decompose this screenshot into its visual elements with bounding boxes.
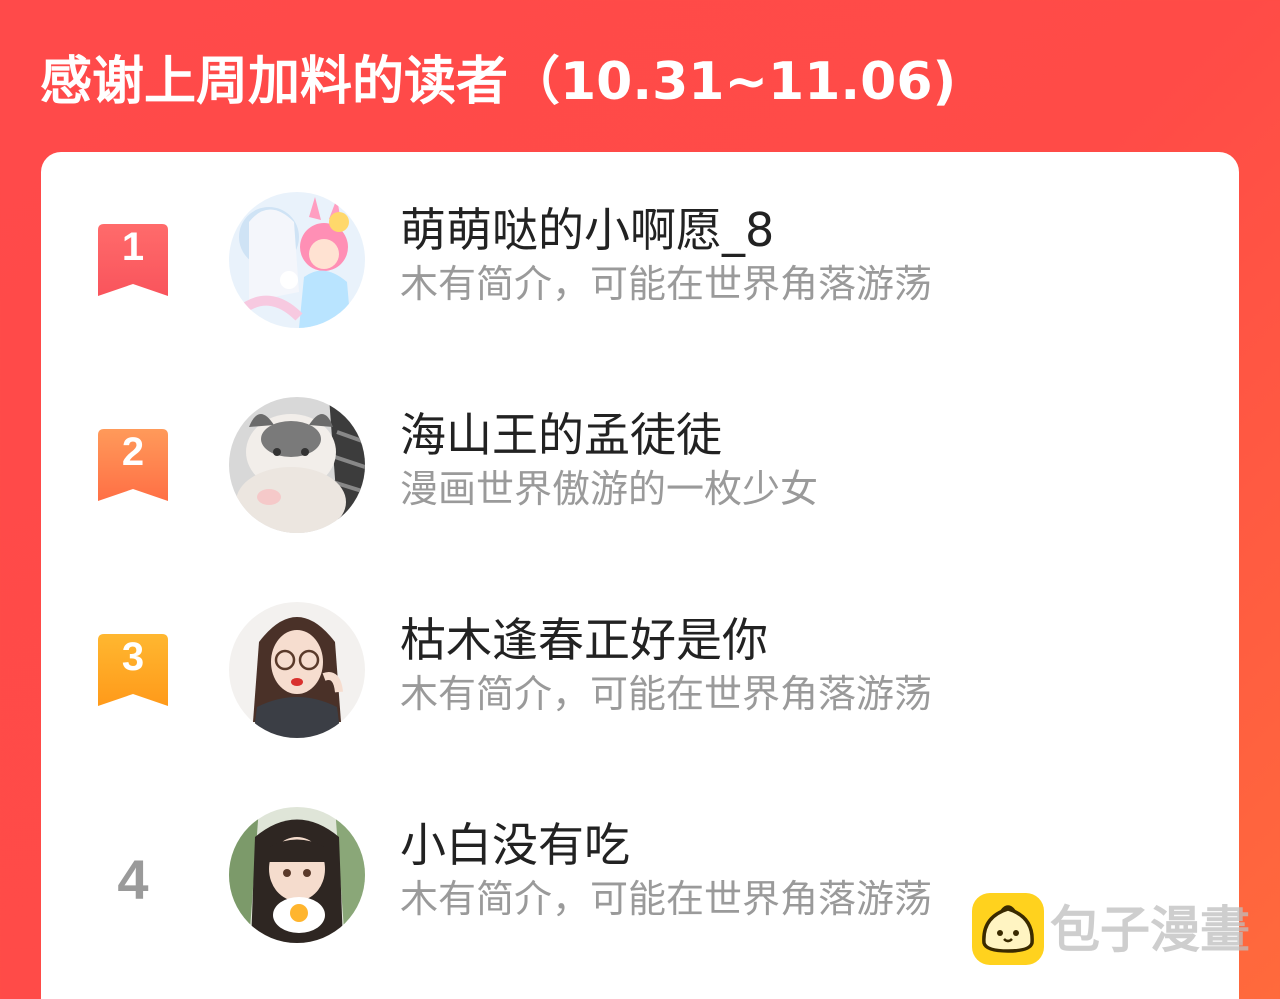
reader-row[interactable]: 2 海山王的孟徒徒 漫画世界傲游的一枚少女	[41, 397, 1239, 537]
reader-name: 小白没有吃	[400, 818, 630, 872]
watermark: 包子漫畫	[972, 893, 1262, 967]
avatar[interactable]	[229, 807, 365, 943]
reader-bio: 木有简介，可能在世界角落游荡	[400, 877, 933, 921]
rank-number: 2	[121, 430, 145, 474]
reader-bio: 漫画世界傲游的一枚少女	[400, 467, 819, 511]
reader-bio: 木有简介，可能在世界角落游荡	[400, 262, 933, 306]
rank-badge-silver: 2	[98, 429, 168, 501]
page-title: 感谢上周加料的读者（10.31~11.06)	[40, 52, 957, 112]
reader-name: 海山王的孟徒徒	[400, 408, 722, 462]
avatar[interactable]	[229, 397, 365, 533]
bun-icon	[972, 893, 1044, 965]
reader-bio: 木有简介，可能在世界角落游荡	[400, 672, 933, 716]
avatar[interactable]	[229, 192, 365, 328]
rank-badge-gold: 1	[98, 224, 168, 296]
rank-number: 1	[121, 225, 145, 269]
rank-number: 3	[121, 635, 145, 679]
watermark-text: 包子漫畫	[1050, 901, 1250, 959]
avatar[interactable]	[229, 602, 365, 738]
reader-name: 枯木逢春正好是你	[400, 613, 768, 667]
reader-name: 萌萌哒的小啊愿_8	[400, 203, 775, 257]
reader-list-card: 1 萌萌哒的小啊愿_8 木有简介，可能在世界角落游荡 2 海山王的孟徒徒 漫画世…	[41, 152, 1239, 999]
reader-row[interactable]: 1 萌萌哒的小啊愿_8 木有简介，可能在世界角落游荡	[41, 192, 1239, 332]
rank-badge-bronze: 3	[98, 634, 168, 706]
reader-row[interactable]: 3 枯木逢春正好是你 木有简介，可能在世界角落游荡	[41, 602, 1239, 742]
rank-number: 4	[117, 848, 149, 911]
